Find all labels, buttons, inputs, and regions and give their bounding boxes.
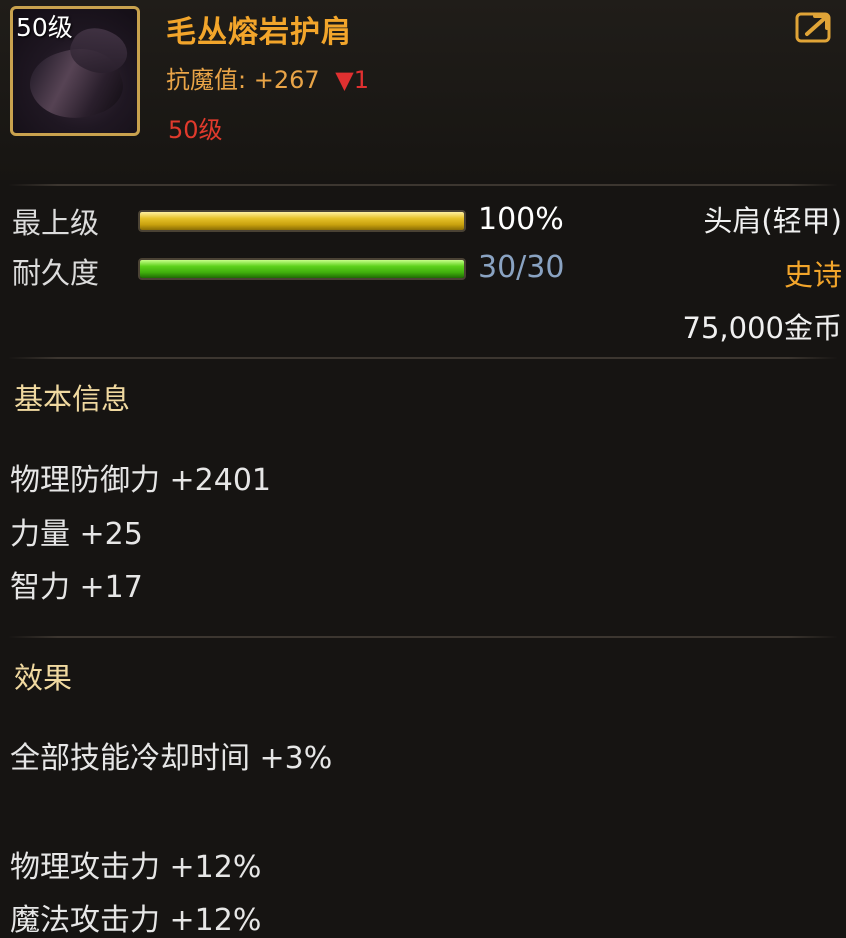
divider: [8, 357, 838, 359]
stat-intelligence: 智力 +17: [10, 570, 143, 605]
grade-bar: [138, 210, 466, 232]
effect-magic-attack: 魔法攻击力 +12%: [10, 903, 262, 938]
effects-title: 效果: [14, 661, 73, 695]
item-level-badge: 50级: [16, 13, 73, 42]
durability-label: 耐久度: [12, 256, 100, 290]
stat-strength: 力量 +25: [10, 517, 143, 552]
basic-info-title: 基本信息: [14, 382, 131, 416]
grade-label: 最上级: [12, 206, 100, 240]
magic-resist-label: 抗魔值:: [166, 66, 247, 94]
effect-physical-attack: 物理攻击力 +12%: [10, 850, 262, 885]
durability-value: 30/30: [478, 250, 565, 285]
equipment-slot: 头肩(轻甲): [703, 204, 842, 238]
grade-bar-fill: [140, 212, 464, 230]
item-tooltip-panel: 50级 毛丛熔岩护肩 抗魔值: +267 ▼1 50级 最上级 100% 耐久度…: [0, 0, 846, 938]
grade-value: 100%: [478, 202, 564, 237]
magic-resist-row: 抗魔值: +267 ▼1: [166, 60, 369, 95]
price: 75,000金币: [682, 311, 842, 345]
magic-resist-delta: ▼1: [335, 66, 370, 94]
required-level: 50级: [168, 116, 223, 144]
stat-physical-defense: 物理防御力 +2401: [10, 463, 272, 498]
export-icon[interactable]: [795, 10, 835, 44]
effect-cooldown: 全部技能冷却时间 +3%: [10, 741, 333, 776]
rarity: 史诗: [783, 258, 842, 292]
magic-resist-value: +267: [253, 66, 320, 94]
item-name: 毛丛熔岩护肩: [166, 15, 352, 50]
durability-bar: [138, 258, 466, 280]
divider: [8, 636, 838, 638]
divider: [8, 184, 838, 186]
durability-bar-fill: [140, 260, 464, 278]
